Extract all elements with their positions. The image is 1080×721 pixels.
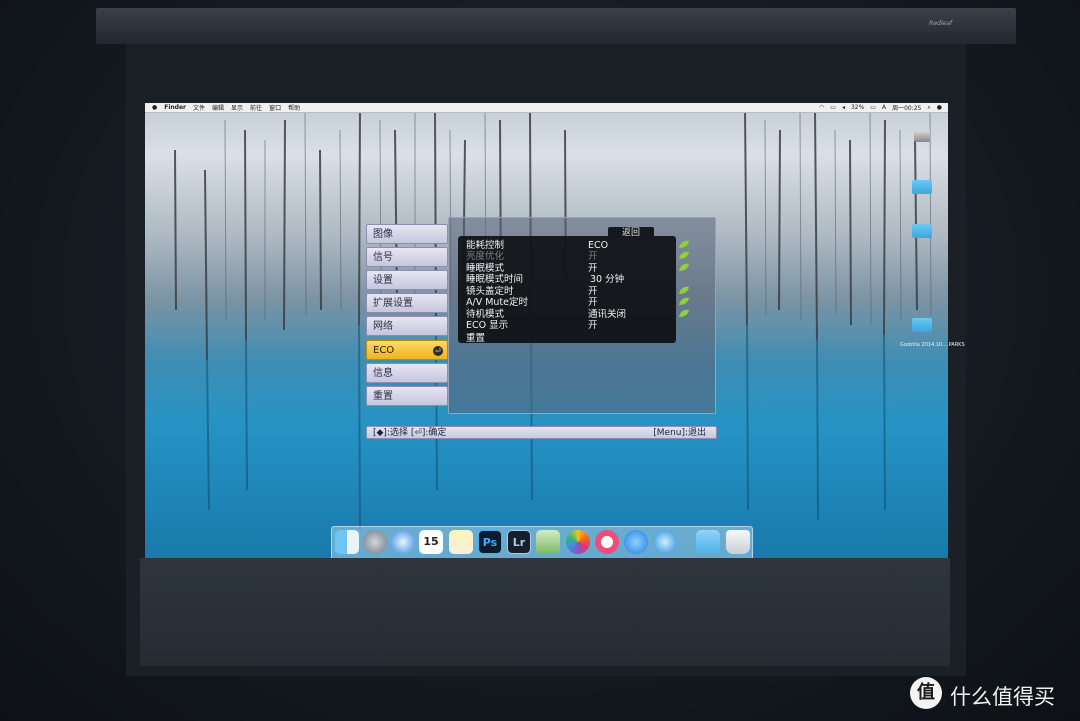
osd-row-value: 开 xyxy=(588,320,598,331)
osd-row-label[interactable]: 睡眠模式 xyxy=(466,263,504,274)
menu-edit[interactable]: 编辑 xyxy=(212,103,224,112)
osd-row-value: 开 xyxy=(588,286,598,297)
osd-row-label[interactable]: 重置 xyxy=(466,333,485,344)
menu-go[interactable]: 前往 xyxy=(250,103,262,112)
osd-row-label[interactable]: 镜头盖定时 xyxy=(466,286,514,297)
osd-back-button[interactable]: 返回 xyxy=(608,227,654,239)
notes-icon[interactable] xyxy=(449,530,473,554)
osd-category-settings[interactable]: 设置 xyxy=(366,270,448,290)
osd-category-label: 图像 xyxy=(373,229,393,240)
downloads-stack-icon[interactable] xyxy=(696,530,720,554)
wifi-icon[interactable]: ◠ xyxy=(819,104,824,111)
osd-row-label: 亮度优化 xyxy=(466,251,505,262)
app-store-icon[interactable] xyxy=(624,530,648,554)
osd-category-extended[interactable]: 扩展设置 xyxy=(366,293,448,313)
osd-category-network[interactable]: 网络 xyxy=(366,316,448,336)
menu-window[interactable]: 窗口 xyxy=(269,103,281,112)
osd-category-image[interactable]: 图像 xyxy=(366,224,448,244)
osd-category-reset[interactable]: 重置 xyxy=(366,386,448,406)
eco-leaf-icon xyxy=(679,263,689,271)
osd-help-exit: [Menu]:退出 xyxy=(653,428,706,438)
macos-menubar: ● Finder 文件 编辑 显示 前往 窗口 帮助 ◠ ▭ ◂ 32% ▭ A… xyxy=(145,103,948,113)
osd-row-value: 30 分钟 xyxy=(590,274,625,285)
trash-icon[interactable] xyxy=(726,530,750,554)
osd-category-label: 设置 xyxy=(373,275,393,286)
screen-brand-label: Redleaf xyxy=(929,20,952,27)
osd-row-label[interactable]: 能耗控制 xyxy=(466,240,504,251)
input-source-indicator[interactable]: A xyxy=(882,104,886,111)
menu-view[interactable]: 显示 xyxy=(231,103,243,112)
safari-icon[interactable] xyxy=(391,530,415,554)
eco-leaf-icon xyxy=(679,251,689,259)
volume-icon[interactable]: ◂ xyxy=(842,104,845,111)
quicktime-icon[interactable] xyxy=(653,530,677,554)
hard-drive-icon[interactable] xyxy=(914,130,930,142)
osd-category-label: 信息 xyxy=(373,368,393,379)
menubar-status-area: ◠ ▭ ◂ 32% ▭ A 周一00:25 ⌕ ● xyxy=(819,103,948,112)
user-icon[interactable]: ● xyxy=(937,104,942,111)
folder-icon[interactable] xyxy=(912,224,932,238)
preview-icon[interactable] xyxy=(536,530,560,554)
photos-icon[interactable] xyxy=(566,530,590,554)
osd-row-label[interactable]: ECO 显示 xyxy=(466,320,508,331)
osd-row-value: 开 xyxy=(588,297,598,308)
photoshop-icon[interactable]: Ps xyxy=(478,530,502,554)
osd-category-menu: 图像 信号 设置 扩展设置 网络 ECO ⏎ 信息 重置 xyxy=(366,222,454,412)
menu-file[interactable]: 文件 xyxy=(193,103,205,112)
osd-row-value: ECO xyxy=(588,240,609,251)
eco-leaf-icon xyxy=(679,286,689,294)
eco-leaf-icon xyxy=(679,297,689,305)
osd-row-label[interactable]: 睡眠模式时间 xyxy=(466,274,523,285)
itunes-icon[interactable] xyxy=(595,530,619,554)
osd-help-bar: [◆]:选择 [⏎]:确定 [Menu]:退出 xyxy=(366,426,717,439)
osd-row-label[interactable]: A/V Mute定时 xyxy=(466,297,528,308)
osd-category-label: 扩展设置 xyxy=(373,298,413,309)
screen-lower-area xyxy=(140,558,950,666)
osd-category-label: ECO xyxy=(373,345,395,356)
watermark-logo: 值 xyxy=(910,677,942,709)
eco-leaf-icon xyxy=(679,240,689,248)
enter-icon: ⏎ xyxy=(433,346,443,356)
osd-row-value: 通讯关闭 xyxy=(588,309,627,320)
osd-row-value: 开 xyxy=(588,251,598,262)
desktop-icon-label: Godzilla 2014.10....PARKS xyxy=(900,342,965,348)
calendar-icon[interactable]: 15 xyxy=(419,530,443,554)
osd-row-value: 开 xyxy=(588,263,598,274)
folder-icon[interactable] xyxy=(912,180,932,194)
menu-help[interactable]: 帮助 xyxy=(288,103,300,112)
apple-menu-icon[interactable]: ● xyxy=(152,104,157,111)
projector-screen-housing: Redleaf xyxy=(96,8,1016,44)
folder-icon[interactable] xyxy=(912,318,932,332)
battery-icon[interactable]: ▭ xyxy=(870,104,876,111)
lightroom-icon[interactable]: Lr xyxy=(507,530,531,554)
osd-category-label: 网络 xyxy=(373,321,393,332)
osd-category-eco[interactable]: ECO ⏎ xyxy=(366,340,448,360)
osd-category-info[interactable]: 信息 xyxy=(366,363,448,383)
spotlight-icon[interactable]: ⌕ xyxy=(927,104,930,111)
osd-help-select-confirm: [◆]:选择 [⏎]:确定 xyxy=(373,428,447,438)
osd-category-signal[interactable]: 信号 xyxy=(366,247,448,267)
osd-category-label: 重置 xyxy=(373,391,393,402)
airplay-icon[interactable]: ▭ xyxy=(830,104,836,111)
osd-row-label[interactable]: 待机模式 xyxy=(466,309,504,320)
menubar-clock[interactable]: 周一00:25 xyxy=(892,103,921,112)
eco-leaf-icon xyxy=(679,309,689,317)
launchpad-icon[interactable] xyxy=(363,530,387,554)
menu-finder[interactable]: Finder xyxy=(164,104,186,111)
finder-icon[interactable] xyxy=(335,530,359,554)
osd-category-label: 信号 xyxy=(373,252,393,263)
watermark-text: 什么值得买 xyxy=(950,685,1055,709)
battery-percent: 32% xyxy=(850,104,865,111)
